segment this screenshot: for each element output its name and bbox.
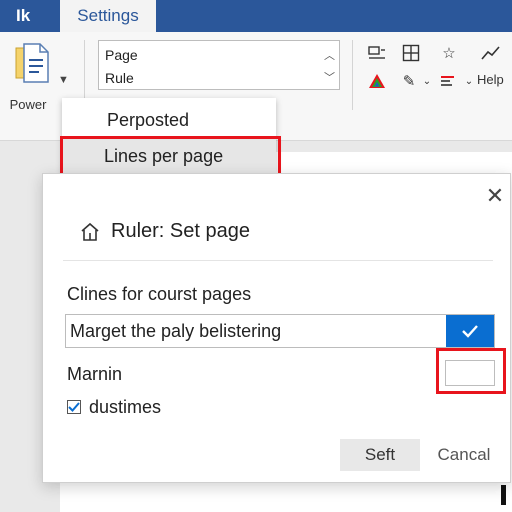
cancel-button[interactable]: Cancal [428, 439, 500, 471]
ribbon-separator [352, 40, 353, 110]
trend-icon[interactable] [480, 42, 502, 64]
title-bar: Ik Settings [0, 0, 512, 32]
tab-settings[interactable]: Settings [60, 0, 156, 32]
app-label: Ik [16, 6, 31, 25]
power-button[interactable]: Power ▼ [6, 42, 69, 112]
dropdown-menu: Perposted Lines per page [62, 98, 276, 178]
power-label: Power [9, 97, 47, 112]
color-triangle-icon[interactable] [366, 70, 388, 92]
seft-button[interactable]: Seft [340, 439, 420, 471]
gallery-item-rule[interactable]: Rule [105, 70, 134, 86]
checkbox-label: dustimes [89, 397, 162, 417]
table-icon[interactable] [400, 42, 422, 64]
list-icon[interactable] [438, 70, 460, 92]
caret-down-icon[interactable]: ▼ [58, 74, 69, 86]
chevron-down-icon[interactable]: ⌄ [416, 70, 438, 92]
section-label: Clines for courst pages [67, 284, 252, 304]
layout-icon[interactable] [366, 42, 388, 64]
home-icon [79, 221, 101, 248]
text-cursor [501, 485, 506, 505]
help-button[interactable]: Help [477, 72, 504, 87]
lines-combo-box[interactable]: Marget the paly belistering [65, 314, 495, 348]
menu-item-lines-per-page[interactable]: Lines per page [62, 138, 276, 174]
chevron-down-icon[interactable]: ﹀ [324, 69, 335, 85]
margin-label: Marnin [67, 364, 123, 384]
style-gallery[interactable]: Page Rule ︿ ﹀ [98, 40, 340, 90]
check-icon[interactable] [446, 315, 494, 347]
chevron-up-icon[interactable]: ︿ [324, 47, 335, 63]
margin-input[interactable] [445, 360, 495, 386]
close-icon[interactable]: ✕ [483, 184, 507, 208]
star-icon[interactable]: ☆ [438, 42, 460, 64]
divider [63, 260, 493, 261]
menu-item-perposted[interactable]: Perposted [62, 102, 276, 138]
dialog-title: Ruler: Set page [111, 220, 250, 242]
set-page-dialog: ✕ Ruler: Set page Clines for courst page… [42, 173, 511, 483]
document-icon [14, 42, 50, 91]
gallery-item-page[interactable]: Page [105, 47, 138, 63]
combo-value: Marget the paly belistering [70, 321, 282, 341]
dustimes-checkbox[interactable] [67, 400, 81, 414]
